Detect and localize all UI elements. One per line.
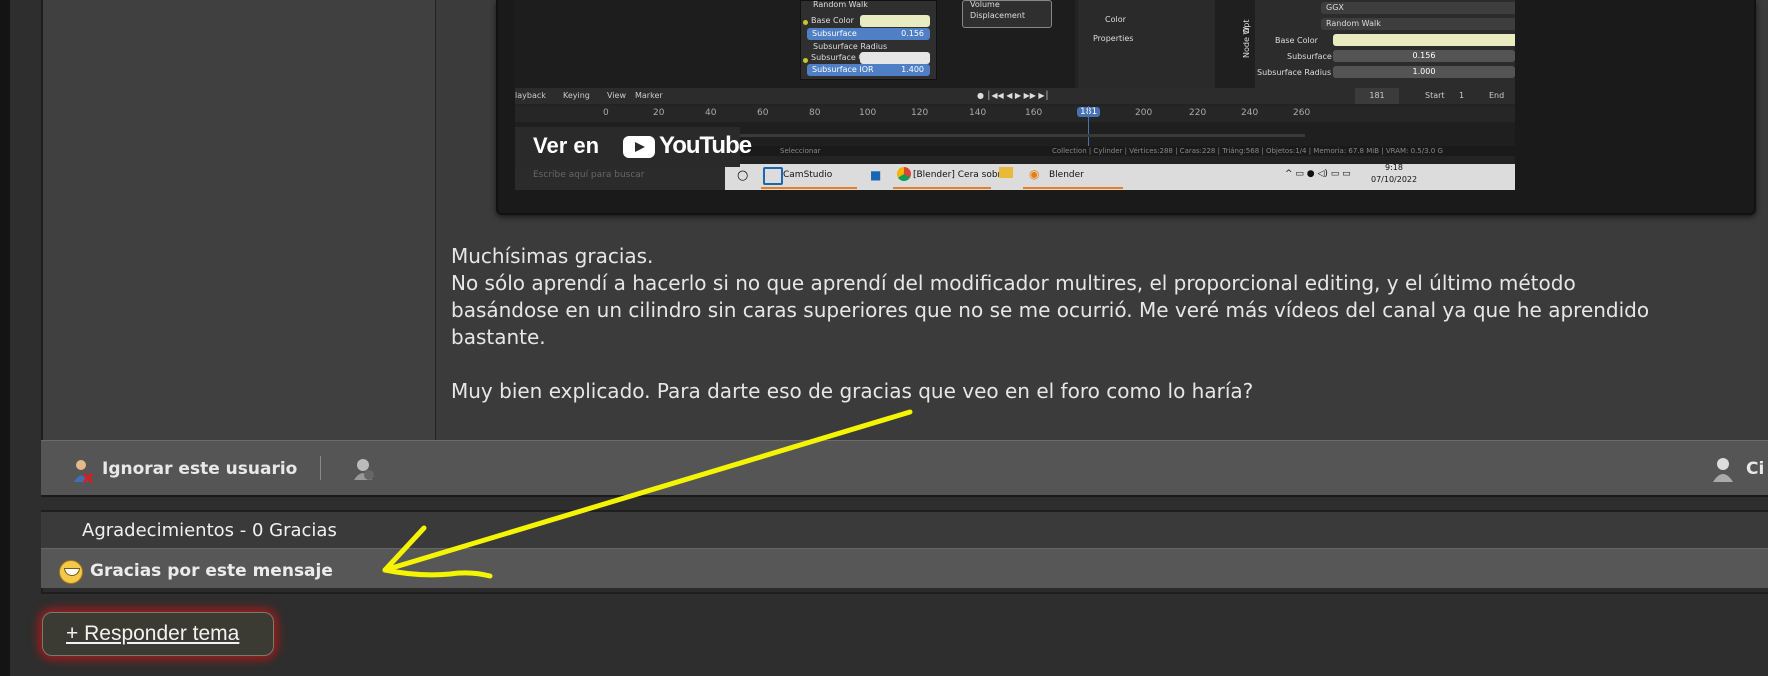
annotation-arrow	[382, 409, 913, 579]
